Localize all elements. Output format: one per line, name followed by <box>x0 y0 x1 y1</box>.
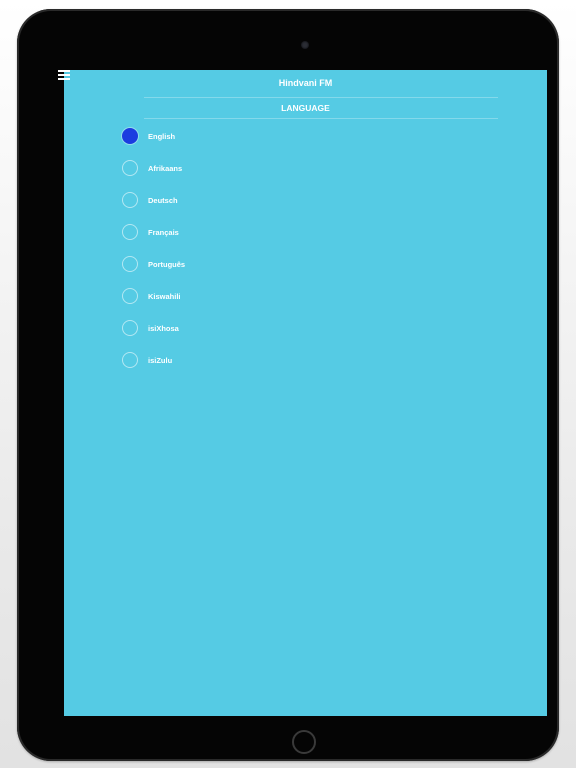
language-option-kiswahili[interactable]: Kiswahili <box>122 288 422 320</box>
app-screen: Hindvani FM LANGUAGE English Afrikaans D… <box>64 70 547 716</box>
section-divider <box>144 118 498 119</box>
radio-unselected-icon[interactable] <box>122 192 138 208</box>
app-title: Hindvani FM <box>278 78 333 88</box>
language-option-francais[interactable]: Français <box>122 224 422 256</box>
radio-unselected-icon[interactable] <box>122 256 138 272</box>
language-option-english[interactable]: English <box>122 128 422 160</box>
language-label: Afrikaans <box>148 164 183 173</box>
language-label: English <box>148 132 176 141</box>
radio-unselected-icon[interactable] <box>122 288 138 304</box>
language-label: isiZulu <box>148 356 173 365</box>
language-option-deutsch[interactable]: Deutsch <box>122 192 422 224</box>
language-option-isixhosa[interactable]: isiXhosa <box>122 320 422 352</box>
language-label: Deutsch <box>148 196 178 205</box>
menu-bar <box>58 78 70 80</box>
language-label: Français <box>148 228 179 237</box>
language-list: English Afrikaans Deutsch Français Portu… <box>122 128 422 384</box>
menu-bar <box>58 74 70 76</box>
header-divider <box>144 97 498 98</box>
radio-selected-icon[interactable] <box>122 128 138 144</box>
radio-unselected-icon[interactable] <box>122 160 138 176</box>
section-title: LANGUAGE <box>281 103 330 113</box>
menu-bar <box>58 70 70 72</box>
language-label: Kiswahili <box>148 292 181 301</box>
radio-unselected-icon[interactable] <box>122 352 138 368</box>
language-option-isizulu[interactable]: isiZulu <box>122 352 422 384</box>
home-button[interactable] <box>292 730 316 754</box>
language-option-portugues[interactable]: Português <box>122 256 422 288</box>
tablet-frame: Hindvani FM LANGUAGE English Afrikaans D… <box>17 9 559 761</box>
language-option-afrikaans[interactable]: Afrikaans <box>122 160 422 192</box>
radio-unselected-icon[interactable] <box>122 320 138 336</box>
camera-icon <box>301 41 309 49</box>
hamburger-menu-icon[interactable] <box>58 70 70 80</box>
language-label: isiXhosa <box>148 324 179 333</box>
language-label: Português <box>148 260 186 269</box>
radio-unselected-icon[interactable] <box>122 224 138 240</box>
